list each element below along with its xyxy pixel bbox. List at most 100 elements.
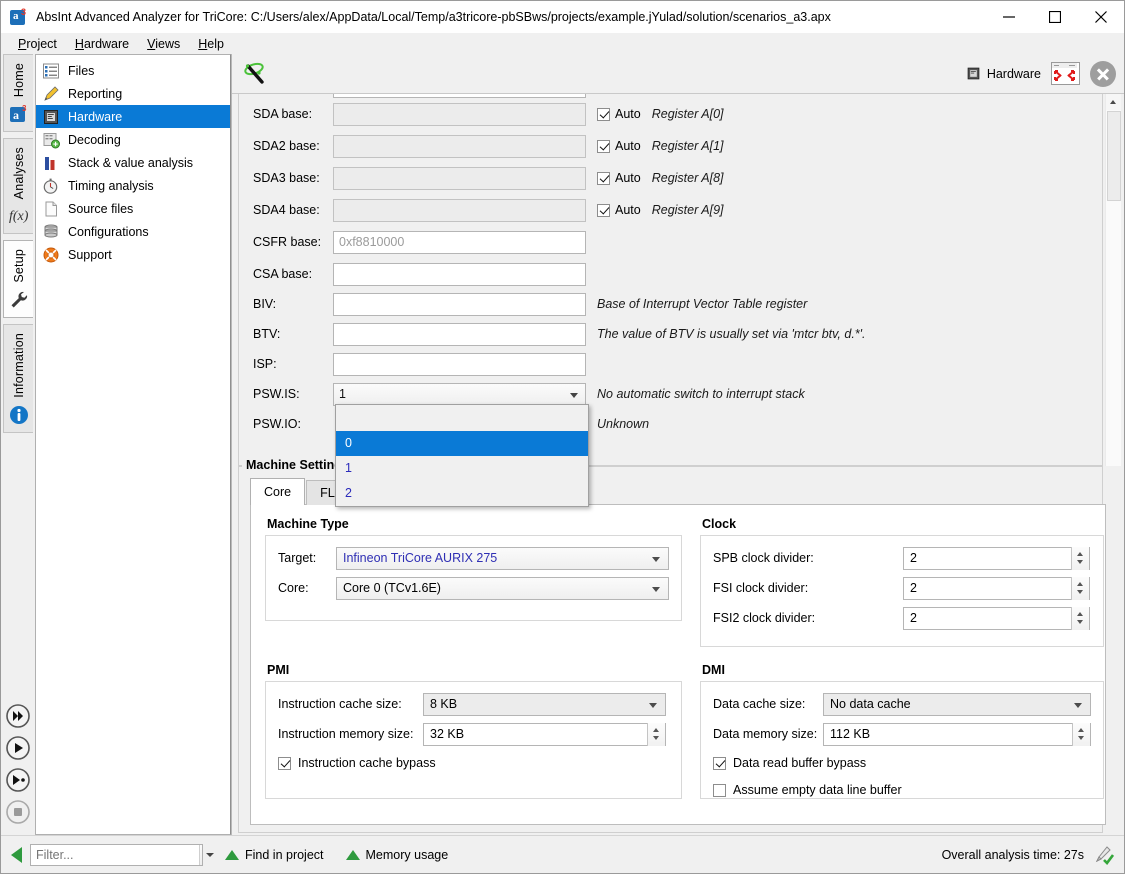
tree-item-decoding[interactable]: Decoding <box>36 128 230 151</box>
dropdown-option-1[interactable]: 1 <box>336 456 588 481</box>
menu-views[interactable]: Views <box>138 35 189 53</box>
sda4-base-input[interactable] <box>333 198 586 222</box>
stop-button[interactable] <box>5 799 31 825</box>
sda2-base-input[interactable] <box>333 134 586 158</box>
dmi-pane: DMI Data cache size: No data cache Data … <box>700 661 1104 799</box>
form-vertical-scrollbar[interactable] <box>1105 94 1121 466</box>
dropdown-option-0[interactable]: 0 <box>336 431 588 456</box>
biv-input[interactable] <box>333 292 586 316</box>
find-in-project-button[interactable]: Find in project <box>225 848 324 862</box>
instruction-cache-size-combobox[interactable]: 8 KB <box>423 692 666 716</box>
tree-item-reporting[interactable]: Reporting <box>36 82 230 105</box>
target-combobox[interactable]: Infineon TriCore AURIX 275 <box>336 546 669 570</box>
data-read-buffer-bypass-checkbox[interactable]: Data read buffer bypass <box>713 752 1091 774</box>
psw-is-hint: No automatic switch to interrupt stack <box>597 387 805 401</box>
psw-is-dropdown-popup[interactable]: 0 1 2 <box>335 404 589 507</box>
tree-item-stack-value-analysis[interactable]: Stack & value analysis <box>36 151 230 174</box>
core-label: Core: <box>278 581 309 595</box>
rail-tab-information[interactable]: Information <box>3 324 33 433</box>
tree-item-support[interactable]: Support <box>36 243 230 266</box>
instruction-memory-size-spinner[interactable]: 32 KB <box>423 722 666 746</box>
assume-empty-data-line-buffer-checkbox[interactable]: Assume empty data line buffer <box>713 779 1091 801</box>
fsi2-clock-row: FSI2 clock divider: 2 <box>713 606 1091 630</box>
btv-input[interactable] <box>333 322 586 346</box>
instruction-memory-size-row: Instruction memory size: 32 KB <box>278 722 669 746</box>
data-cache-size-combobox[interactable]: No data cache <box>823 692 1091 716</box>
filter-input-wrapper[interactable] <box>30 843 214 866</box>
clock-title: Clock <box>702 517 737 531</box>
tree-item-hardware[interactable]: Hardware <box>36 105 230 128</box>
menu-hardware[interactable]: Hardware <box>66 35 138 53</box>
broom-check-icon[interactable] <box>1092 844 1114 866</box>
minimize-button[interactable] <box>986 1 1032 32</box>
window-title: AbsInt Advanced Analyzer for TriCore: C:… <box>36 9 831 24</box>
tree-item-reporting-label: Reporting <box>68 86 123 101</box>
spb-clock-row: SPB clock divider: 2 <box>713 546 1091 570</box>
magic-wand-icon <box>241 60 269 88</box>
tree-item-source-files[interactable]: Source files <box>36 197 230 220</box>
filter-dropdown-button[interactable] <box>199 844 214 865</box>
scrollbar-thumb[interactable] <box>1107 111 1121 201</box>
sda-base-auto-checkbox[interactable]: Auto <box>597 107 641 121</box>
close-button[interactable] <box>1078 1 1124 32</box>
fast-forward-button[interactable] <box>5 703 31 729</box>
sda3-base-auto-checkbox[interactable]: Auto <box>597 171 641 185</box>
rail-tab-home[interactable]: Home a 3 <box>3 54 33 133</box>
instruction-cache-bypass-checkbox[interactable]: Instruction cache bypass <box>278 752 669 774</box>
menu-help[interactable]: Help <box>189 35 233 53</box>
hardware-chip: Hardware <box>966 66 1041 81</box>
list-icon <box>42 62 60 80</box>
spinner-arrows-icon[interactable] <box>1072 722 1090 746</box>
csfr-base-input[interactable]: 0xf8810000 <box>333 230 586 254</box>
spinner-arrows-icon[interactable] <box>1071 546 1089 570</box>
btv-label: BTV: <box>253 327 281 341</box>
restore-window-icon[interactable] <box>1051 62 1080 85</box>
isp-input[interactable] <box>333 352 586 376</box>
data-memory-size-spinner[interactable]: 112 KB <box>823 722 1091 746</box>
spinner-arrows-icon[interactable] <box>1071 576 1089 600</box>
close-panel-icon[interactable] <box>1090 60 1116 87</box>
spb-clock-label: SPB clock divider: <box>713 551 814 565</box>
fsi2-clock-spinner[interactable]: 2 <box>903 606 1090 630</box>
tree-item-files[interactable]: Files <box>36 59 230 82</box>
csa-base-input[interactable] <box>333 262 586 286</box>
sda4-base-label: SDA4 base: <box>253 203 320 217</box>
psw-is-combobox[interactable]: 1 <box>333 382 586 406</box>
pmi-title: PMI <box>267 663 290 677</box>
sda2-base-auto-checkbox[interactable]: Auto <box>597 139 641 153</box>
filter-input[interactable] <box>31 843 199 866</box>
sda-base-input[interactable] <box>333 102 586 126</box>
tab-core[interactable]: Core <box>250 478 306 505</box>
form-row-psw-is: PSW.IS: 1 No automatic switch to interru… <box>247 382 1102 406</box>
data-cache-size-value: No data cache <box>830 696 911 711</box>
clock-box: SPB clock divider: 2 FSI clock divider: <box>700 535 1104 647</box>
scroll-up-arrow-icon[interactable] <box>1106 94 1121 110</box>
sda3-base-input[interactable] <box>333 166 586 190</box>
tree-item-configurations[interactable]: Configurations <box>36 220 230 243</box>
fsi-clock-spinner[interactable]: 2 <box>903 576 1090 600</box>
assume-empty-data-line-buffer-label: Assume empty data line buffer <box>733 783 902 797</box>
dropdown-option-2[interactable]: 2 <box>336 481 588 506</box>
tree-item-timing-analysis[interactable]: Timing analysis <box>36 174 230 197</box>
partial-top-input[interactable] <box>333 94 586 98</box>
spinner-arrows-icon[interactable] <box>1071 606 1089 630</box>
form-row-sda3-base: SDA3 base: Auto Register A[8] <box>247 166 1102 190</box>
rail-tab-analyses[interactable]: Analyses f(x) <box>3 138 33 235</box>
play-button[interactable] <box>5 735 31 761</box>
menu-project[interactable]: PProjectroject <box>9 35 66 53</box>
rail-tab-setup[interactable]: Setup <box>3 240 33 319</box>
maximize-button[interactable] <box>1032 1 1078 32</box>
app-logo-icon: a3 <box>10 7 28 26</box>
spb-clock-spinner[interactable]: 2 <box>903 546 1090 570</box>
sda4-base-auto-checkbox[interactable]: Auto <box>597 203 641 217</box>
step-button[interactable] <box>5 767 31 793</box>
dropdown-option-blank[interactable] <box>336 405 588 431</box>
svg-text:a: a <box>13 108 19 122</box>
back-arrow-icon[interactable] <box>11 846 22 863</box>
chevron-down-icon <box>649 702 657 708</box>
content-header-actions: Hardware <box>966 54 1116 93</box>
core-combobox[interactable]: Core 0 (TCv1.6E) <box>336 576 669 600</box>
spinner-arrows-icon[interactable] <box>647 722 665 746</box>
btv-hint: The value of BTV is usually set via 'mtc… <box>597 327 866 341</box>
memory-usage-button[interactable]: Memory usage <box>345 848 448 862</box>
